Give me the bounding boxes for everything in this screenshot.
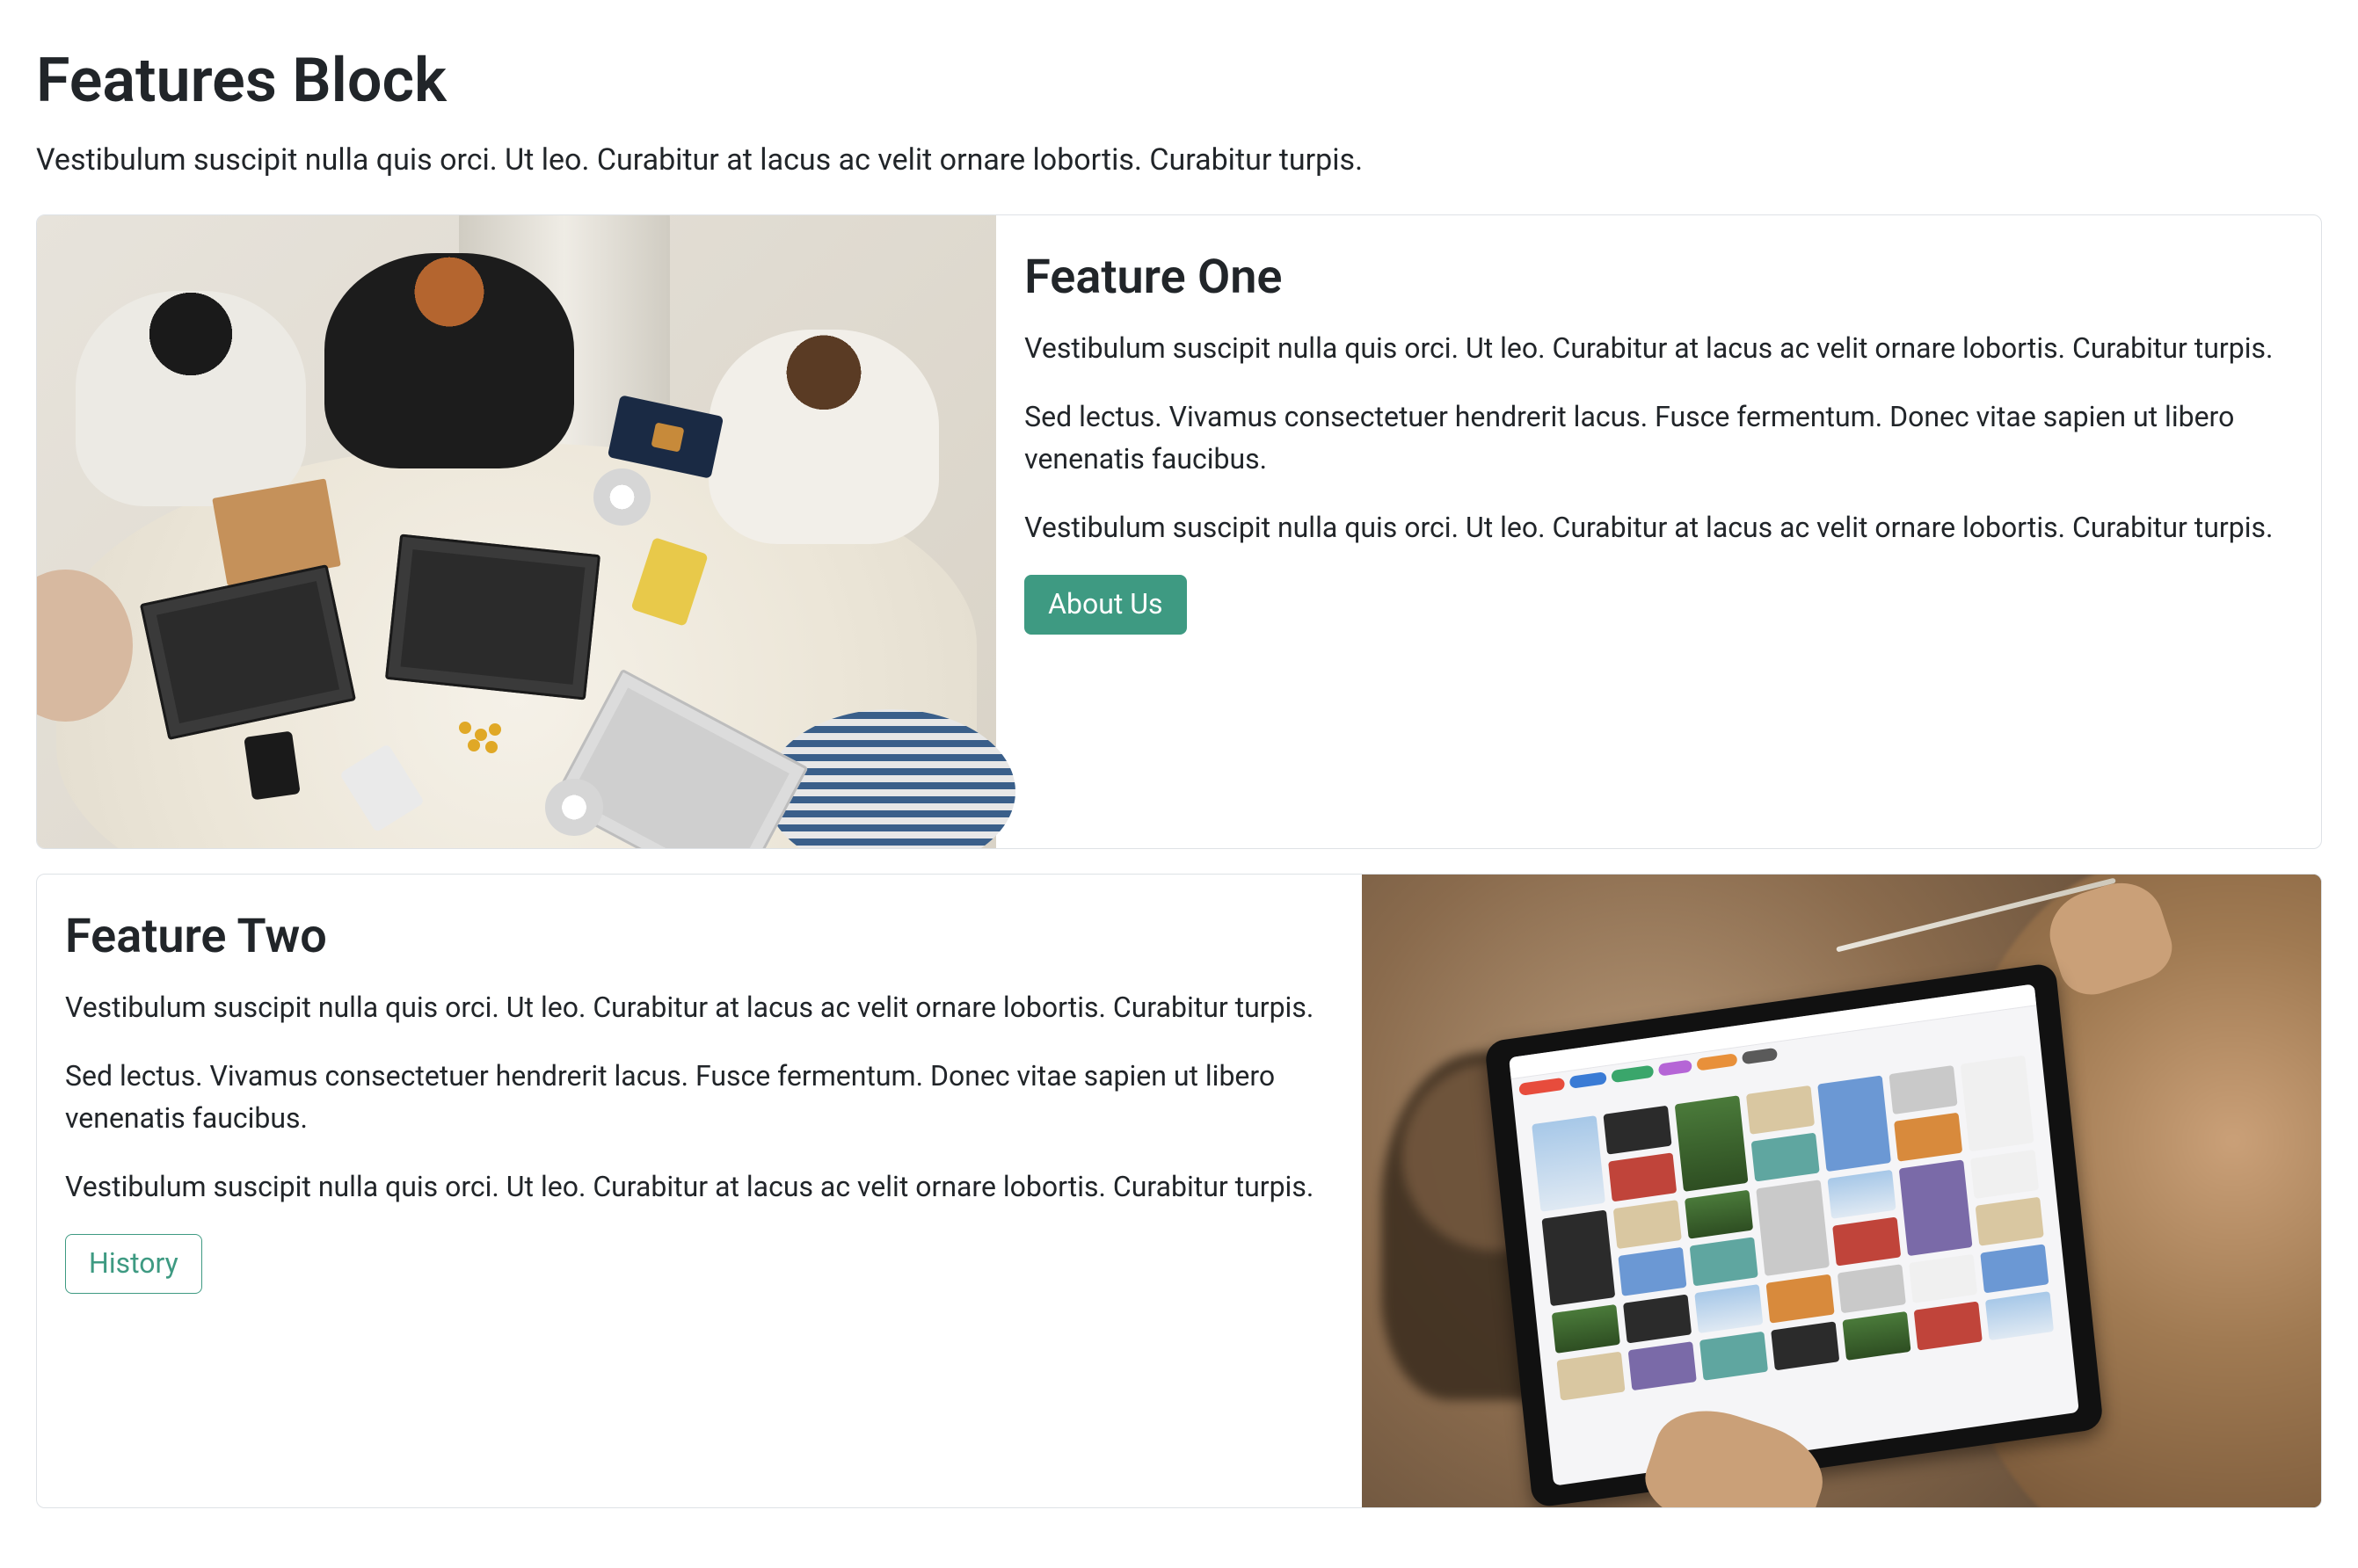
feature-one-paragraph: Vestibulum suscipit nulla quis orci. Ut … — [1024, 506, 2293, 548]
about-us-button[interactable]: About Us — [1024, 575, 1186, 635]
feature-card-one: Feature One Vestibulum suscipit nulla qu… — [36, 214, 2322, 849]
feature-two-title: Feature Two — [65, 901, 1334, 972]
feature-two-paragraph: Vestibulum suscipit nulla quis orci. Ut … — [65, 986, 1334, 1028]
feature-one-paragraph: Vestibulum suscipit nulla quis orci. Ut … — [1024, 327, 2293, 369]
feature-two-image — [1362, 875, 2321, 1507]
history-button[interactable]: History — [65, 1234, 202, 1294]
feature-two-paragraph: Sed lectus. Vivamus consectetuer hendrer… — [65, 1055, 1334, 1139]
feature-one-image — [37, 215, 996, 848]
feature-one-title: Feature One — [1024, 242, 2293, 313]
feature-two-body: Feature Two Vestibulum suscipit nulla qu… — [37, 875, 1362, 1507]
page-container: Features Block Vestibulum suscipit nulla… — [36, 35, 2322, 1508]
page-subtitle: Vestibulum suscipit nulla quis orci. Ut … — [36, 138, 2322, 183]
feature-one-body: Feature One Vestibulum suscipit nulla qu… — [996, 215, 2321, 848]
feature-card-two: Feature Two Vestibulum suscipit nulla qu… — [36, 874, 2322, 1508]
feature-two-paragraph: Vestibulum suscipit nulla quis orci. Ut … — [65, 1165, 1334, 1208]
feature-one-paragraph: Sed lectus. Vivamus consectetuer hendrer… — [1024, 396, 2293, 480]
page-title: Features Block — [36, 35, 2322, 127]
